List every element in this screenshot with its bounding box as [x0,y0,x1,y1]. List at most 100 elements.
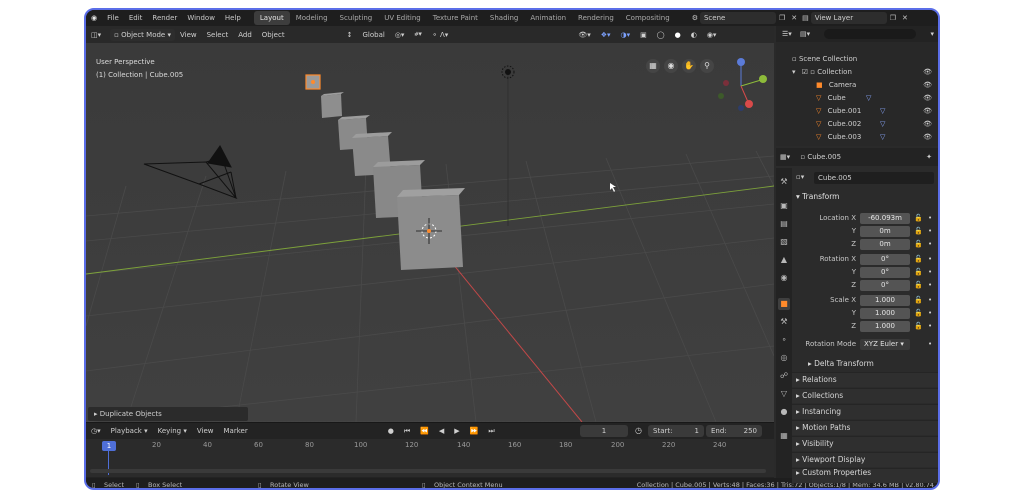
rotation-x-field[interactable]: 0° [860,254,910,265]
delete-scene-icon[interactable]: ✕ [788,14,800,22]
collection-row[interactable]: ▾ ☑ ▫ Collection 👁 [776,66,938,79]
rotation-mode-dropdown[interactable]: XYZ Euler ▾ [860,339,910,350]
lock-icon[interactable]: 🔓 [914,227,923,235]
menu-timeline-view[interactable]: View [192,427,219,435]
3d-viewport[interactable]: ◫▾ ▫ Object Mode ▾ View Select Add Objec… [86,26,774,422]
viewport-scene[interactable] [86,26,774,422]
grid-view-icon[interactable]: ▦ [646,59,660,73]
material-tab-icon[interactable]: ● [778,406,790,418]
pin-icon[interactable]: ✦ [926,148,932,166]
tool-tab-icon[interactable]: ⚒ [778,176,790,188]
tab-layout[interactable]: Layout [253,11,290,25]
scene-tab-icon[interactable]: ▲ [778,254,790,266]
scene-icon[interactable]: ⚙ [690,14,700,22]
end-frame-field[interactable]: End: 250 [706,425,762,437]
output-tab-icon[interactable]: ▤ [778,218,790,230]
eye-icon[interactable]: 👁 [923,79,932,92]
start-frame-field[interactable]: Start: 1 [648,425,704,437]
menu-file[interactable]: File [102,14,124,22]
clock-icon[interactable]: ◷ [635,426,642,435]
menu-render[interactable]: Render [147,14,182,22]
tab-rendering[interactable]: Rendering [572,11,620,25]
eye-icon[interactable]: 👁 [923,131,932,144]
pan-hand-icon[interactable]: ✋ [682,59,696,73]
editor-type-icon[interactable]: ◫▾ [86,31,106,39]
proportional-edit-icon[interactable]: ⚬ Λ▾ [427,31,453,39]
menu-view[interactable]: View [175,31,202,39]
eye-icon[interactable]: 👁 [923,92,932,105]
cube-small-selected[interactable] [305,74,321,90]
constraints-tab-icon[interactable]: ☍ [778,370,790,382]
outliner-item-camera[interactable]: ■ Camera 👁 [776,79,938,92]
keyframe-dot-icon[interactable]: • [928,322,932,330]
delta-transform-section[interactable]: ▸ Delta Transform [808,359,874,368]
new-scene-icon[interactable]: ❐ [776,14,788,22]
cube-001[interactable] [321,92,344,118]
menu-window[interactable]: Window [182,14,220,22]
location-y-field[interactable]: 0m [860,226,910,237]
outliner-editor-icon[interactable]: ☰▾ [782,30,792,38]
lock-icon[interactable]: 🔓 [914,296,923,304]
funnel-icon[interactable]: ▾ [930,26,934,42]
world-tab-icon[interactable]: ◉ [778,272,790,284]
data-tab-icon[interactable]: ▽ [778,388,790,400]
keyframe-dot-icon[interactable]: • [928,255,932,263]
blender-logo-icon[interactable]: ◉ [86,14,102,22]
menu-object[interactable]: Object [257,31,290,39]
object-name-field[interactable]: Cube.005 [814,172,934,184]
keyframe-dot-icon[interactable]: • [928,296,932,304]
scale-y-field[interactable]: 1.000 [860,308,910,319]
view-layer-tab-icon[interactable]: ▧ [778,236,790,248]
tab-compositing[interactable]: Compositing [620,11,676,25]
jump-keyframe-forward-icon[interactable]: ⏩ [465,427,484,435]
shading-rendered-icon[interactable]: ◉▾ [702,31,722,39]
xray-icon[interactable]: ▣ [635,31,652,39]
tab-shading[interactable]: Shading [484,11,524,25]
cube-005-active[interactable] [397,188,465,270]
last-operator-panel[interactable]: ▸ Duplicate Objects [88,407,248,421]
tab-animation[interactable]: Animation [524,11,572,25]
lock-icon[interactable]: 🔓 [914,240,923,248]
outliner-item-cube[interactable]: ▽ Cube ▽ 👁 [776,92,938,105]
view-layer-icon[interactable]: ▤ [800,14,811,22]
location-z-field[interactable]: 0m [860,239,910,250]
lock-icon[interactable]: 🔓 [914,322,923,330]
orientation-selector[interactable]: Global [357,31,389,39]
mode-selector[interactable]: ▫ Object Mode ▾ [110,28,175,41]
shading-solid-icon[interactable]: ● [670,31,686,39]
keyframe-dot-icon[interactable]: • [928,240,932,248]
rotation-y-field[interactable]: 0° [860,267,910,278]
object-tab-icon[interactable]: ■ [778,298,790,310]
lock-icon[interactable]: 🔓 [914,268,923,276]
lock-icon[interactable]: 🔓 [914,255,923,263]
rotation-z-field[interactable]: 0° [860,280,910,291]
scene-selector[interactable]: Scene [699,12,776,24]
outliner-item-cube-002[interactable]: ▽ Cube.002 ▽ 👁 [776,118,938,131]
delete-view-layer-icon[interactable]: ✕ [899,14,911,22]
scale-x-field[interactable]: 1.000 [860,295,910,306]
object-data-icon[interactable]: ▫▾ [796,173,804,181]
keyframe-dot-icon[interactable]: • [928,268,932,276]
scale-z-field[interactable]: 1.000 [860,321,910,332]
orientation-icon[interactable]: ↕ [342,31,358,39]
lock-icon[interactable]: 🔓 [914,281,923,289]
menu-help[interactable]: Help [220,14,246,22]
outliner-search-field[interactable] [824,29,916,39]
camera-view-icon[interactable]: ◉ [664,59,678,73]
keyframe-dot-icon[interactable]: • [928,214,932,222]
tab-texture-paint[interactable]: Texture Paint [427,11,484,25]
jump-start-icon[interactable]: ⏮ [399,427,415,436]
eye-icon[interactable]: 👁 [923,66,932,79]
timeline-scrollbar[interactable] [90,469,766,473]
keyframe-dot-icon[interactable]: • [928,227,932,235]
jump-end-icon[interactable]: ⏭ [483,427,499,436]
timeline-ruler[interactable]: 1 20 40 60 80 100 120 140 160 180 200 22… [86,439,774,477]
visibility-icon[interactable]: 👁▾ [573,31,595,39]
shading-material-icon[interactable]: ◐ [686,31,702,39]
lock-icon[interactable]: 🔓 [914,309,923,317]
gizmo-toggle-icon[interactable]: ❖▾ [596,31,616,39]
record-icon[interactable]: ● [383,427,399,435]
keyframe-dot-icon[interactable]: • [928,340,932,348]
zoom-icon[interactable]: ⚲ [700,59,714,73]
properties-editor[interactable]: ▦▾ ▫ Cube.005 ✦ ⚒ ▣ ▤ ▧ ▲ ◉ ■ ⚒ ∘ ◎ ☍ ▽ … [776,148,938,483]
